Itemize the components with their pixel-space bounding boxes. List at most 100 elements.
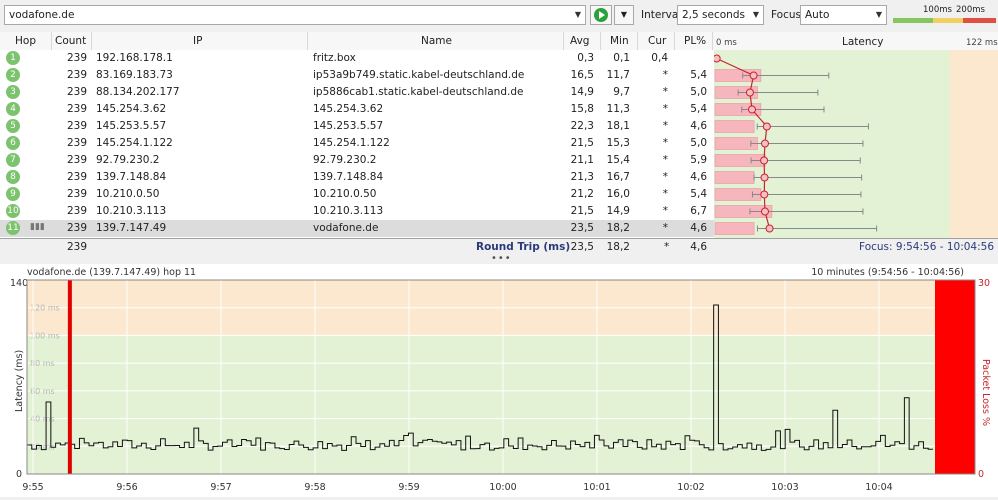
chart-y2-tick-top: 30 bbox=[978, 278, 990, 289]
cell-cur: * bbox=[662, 86, 668, 98]
latency-avg-point bbox=[760, 190, 769, 199]
latency-max-label: 122 ms bbox=[966, 38, 998, 48]
cell-cur: * bbox=[662, 222, 668, 234]
chart-title: vodafone.de (139.7.147.49) hop 11 bbox=[27, 267, 196, 278]
hop-badge: 5 bbox=[6, 119, 20, 133]
cell-pl: 5,0 bbox=[690, 137, 707, 149]
scale-yellow-bar bbox=[933, 18, 963, 23]
chart-x-tick: 10:04 bbox=[865, 482, 892, 493]
chart-x-tick: 9:56 bbox=[116, 482, 137, 493]
latency-orange-zone bbox=[950, 50, 998, 254]
hop-badge: 6 bbox=[6, 136, 20, 150]
focus-value: Auto bbox=[805, 9, 830, 21]
cell-cur: * bbox=[662, 154, 668, 166]
cell-pl: 6,7 bbox=[690, 205, 707, 217]
pane-splitter[interactable]: ••• bbox=[0, 253, 998, 264]
cell-min: 16,7 bbox=[606, 171, 630, 183]
cell-name: 145.254.3.62 bbox=[313, 103, 384, 115]
cell-pl: 5,4 bbox=[690, 103, 707, 115]
col-ip[interactable]: IP bbox=[193, 35, 202, 47]
bar-chart-icon[interactable]: ▮▮▮ bbox=[30, 222, 45, 232]
col-pl[interactable]: PL% bbox=[684, 35, 706, 47]
hop-badge: 8 bbox=[6, 170, 20, 184]
cell-min: 18,1 bbox=[606, 120, 630, 132]
chart-range-label: 10 minutes (9:54:56 - 10:04:56) bbox=[811, 267, 964, 278]
chart-x-tick: 9:55 bbox=[22, 482, 43, 493]
splitter-grip-icon[interactable]: ••• bbox=[491, 253, 512, 264]
cell-min: 15,3 bbox=[606, 137, 630, 149]
packet-loss-bar bbox=[714, 171, 755, 184]
footer-round-trip-label: Round Trip (ms) bbox=[476, 241, 571, 253]
chart-inner-tick: 120 ms bbox=[30, 304, 60, 313]
cell-count: 239 bbox=[66, 86, 87, 98]
chart-y-tick-top: 140 bbox=[10, 278, 28, 289]
cell-min: 14,9 bbox=[606, 205, 630, 217]
focus-select[interactable]: Auto ▼ bbox=[800, 5, 887, 25]
cell-count: 239 bbox=[66, 52, 87, 64]
latency-avg-point bbox=[765, 224, 774, 233]
cell-min: 18,2 bbox=[606, 222, 630, 234]
cell-min: 11,7 bbox=[606, 69, 630, 81]
cell-avg: 21,5 bbox=[570, 137, 594, 149]
scale-red-bar bbox=[963, 18, 996, 23]
chart-x-tick: 10:01 bbox=[583, 482, 610, 493]
cell-pl: 4,6 bbox=[690, 171, 707, 183]
cell-avg: 23,5 bbox=[570, 222, 594, 234]
cell-count: 239 bbox=[66, 154, 87, 166]
latency-avg-point bbox=[749, 71, 758, 80]
cell-ip: 139.7.148.84 bbox=[96, 171, 167, 183]
cell-name: vodafone.de bbox=[313, 222, 379, 234]
cell-ip: 145.253.5.57 bbox=[96, 120, 167, 132]
col-hop[interactable]: Hop bbox=[15, 35, 36, 47]
interval-select[interactable]: 2,5 seconds ▼ bbox=[677, 5, 764, 25]
hop-badge: 3 bbox=[6, 85, 20, 99]
cell-avg: 21,1 bbox=[570, 154, 594, 166]
col-min[interactable]: Min bbox=[610, 35, 629, 47]
start-trace-button[interactable] bbox=[590, 5, 612, 25]
scale-label-200: 200ms bbox=[956, 5, 985, 15]
trace-options-dropdown[interactable]: ▼ bbox=[614, 5, 634, 25]
cell-cur: 0,4 bbox=[651, 52, 668, 64]
cell-count: 239 bbox=[66, 120, 87, 132]
footer-focus-range: Focus: 9:54:56 - 10:04:56 bbox=[859, 241, 994, 253]
col-avg[interactable]: Avg bbox=[570, 35, 589, 47]
cell-avg: 22,3 bbox=[570, 120, 594, 132]
chevron-down-icon[interactable]: ▼ bbox=[571, 6, 585, 24]
latency-avg-point bbox=[760, 173, 769, 182]
col-name[interactable]: Name bbox=[421, 35, 452, 47]
cell-avg: 21,5 bbox=[570, 205, 594, 217]
cell-avg: 21,2 bbox=[570, 188, 594, 200]
col-cur[interactable]: Cur bbox=[648, 35, 666, 47]
cell-ip: 92.79.230.2 bbox=[96, 154, 160, 166]
hop-badge: 2 bbox=[6, 68, 20, 82]
cell-pl: 4,6 bbox=[690, 120, 707, 132]
cell-min: 15,4 bbox=[606, 154, 630, 166]
cell-count: 239 bbox=[66, 205, 87, 217]
hop-badge: 11 bbox=[6, 221, 20, 235]
cell-avg: 15,8 bbox=[570, 103, 594, 115]
cell-cur: * bbox=[662, 69, 668, 81]
focus-label: Focus bbox=[771, 9, 801, 21]
cell-ip: 139.7.147.49 bbox=[96, 222, 167, 234]
cell-ip: 145.254.1.122 bbox=[96, 137, 173, 149]
cell-avg: 0,3 bbox=[577, 52, 594, 64]
latency-header: Latency bbox=[842, 36, 884, 48]
cell-avg: 21,3 bbox=[570, 171, 594, 183]
cell-min: 9,7 bbox=[613, 86, 630, 98]
target-combobox[interactable]: vodafone.de ▼ bbox=[4, 5, 586, 25]
chart-x-tick: 9:57 bbox=[210, 482, 231, 493]
latency-column-graph: Latency 0 ms 122 ms bbox=[714, 33, 998, 254]
cell-cur: * bbox=[662, 171, 668, 183]
cell-cur: * bbox=[662, 120, 668, 132]
toolbar: vodafone.de ▼ ▼ Interval 2,5 seconds ▼ F… bbox=[0, 0, 998, 31]
cell-ip: 83.169.183.73 bbox=[96, 69, 173, 81]
latency-avg-point bbox=[714, 54, 721, 63]
cell-pl: 5,4 bbox=[690, 69, 707, 81]
latency-avg-point bbox=[760, 207, 769, 216]
col-count[interactable]: Count bbox=[55, 35, 86, 47]
scale-label-100: 100ms bbox=[923, 5, 952, 15]
play-triangle bbox=[599, 11, 605, 19]
cell-avg: 14,9 bbox=[570, 86, 594, 98]
chart-inner-tick: 80 ms bbox=[30, 359, 55, 368]
cell-name: ip53a9b749.static.kabel-deutschland.de bbox=[313, 69, 525, 81]
